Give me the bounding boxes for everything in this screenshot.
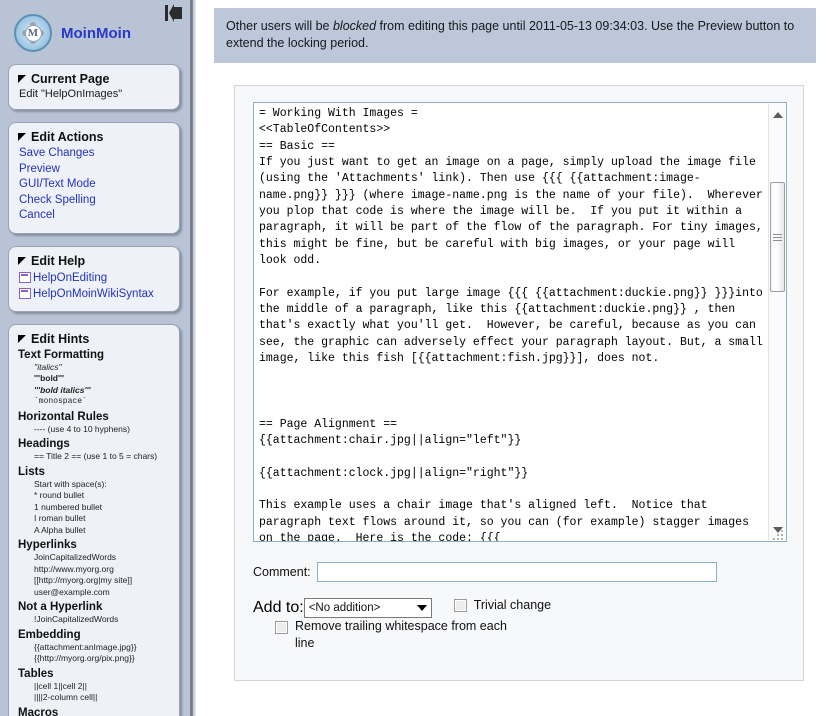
panel-edit-help: Edit Help HelpOnEditing HelpOnMoinWikiSy…	[8, 246, 180, 312]
hint-item: http://www.myorg.org	[34, 564, 170, 576]
collapse-triangle-icon[interactable]	[18, 133, 26, 141]
options-row: Add to: <No addition> Trivial change Rem…	[253, 598, 785, 652]
sidebar-item-cancel[interactable]: Cancel	[18, 208, 170, 224]
main-content: Other users will be blocked from editing…	[196, 0, 829, 716]
hint-heading: Macros	[18, 706, 170, 716]
hint-item: ||cell 1||cell 2||	[34, 681, 170, 693]
hint-item: [[http://myorg.org|my site]]	[34, 575, 170, 587]
panel-edit-actions-title: Edit Actions	[18, 130, 170, 144]
hint-heading: Embedding	[18, 628, 170, 642]
hint-item: `monospace`	[34, 396, 170, 408]
sidebar-item-check-spelling[interactable]: Check Spelling	[18, 193, 170, 209]
hint-item: A Alpha bullet	[34, 525, 170, 537]
edit-hints-list: Text Formatting''italics'''''bold''''''b…	[18, 348, 170, 716]
sidebar-item-help-on-moinwiki-syntax[interactable]: HelpOnMoinWikiSyntax	[18, 286, 170, 302]
panel-title-text: Edit Hints	[31, 332, 89, 346]
brand-logo[interactable]: M MoinMoin	[0, 0, 190, 52]
resize-grip-icon[interactable]	[773, 528, 786, 541]
hint-item: '''bold italics'''	[34, 385, 170, 397]
hint-item: * round bullet	[34, 490, 170, 502]
hint-heading: Headings	[18, 437, 170, 451]
edit-form: Comment: Add to: <No addition> Trivial c…	[234, 85, 804, 681]
hint-heading: Not a Hyperlink	[18, 600, 170, 614]
hint-item: user@example.com	[34, 587, 170, 599]
panel-title-text: Edit Help	[31, 254, 85, 268]
sidebar-item-help-on-editing[interactable]: HelpOnEditing	[18, 270, 170, 286]
panel-current-page: Current Page Edit "HelpOnImages"	[8, 64, 180, 110]
editor-area	[253, 102, 787, 542]
remove-trailing-whitespace-checkbox[interactable]	[275, 621, 288, 634]
hint-heading: Text Formatting	[18, 348, 170, 362]
hint-item: == Title 2 == (use 1 to 5 = chars)	[34, 451, 170, 463]
scrollbar-thumb[interactable]	[770, 182, 785, 292]
hint-heading: Hyperlinks	[18, 538, 170, 552]
current-page-subtitle: Edit "HelpOnImages"	[18, 88, 170, 100]
add-to-select[interactable]: <No addition>	[304, 598, 432, 618]
editor-scrollbar[interactable]	[768, 104, 785, 540]
hint-item: ''italics''	[34, 362, 170, 374]
remove-trailing-whitespace-label: Remove trailing whitespace from each lin…	[295, 618, 510, 652]
hint-heading: Horizontal Rules	[18, 410, 170, 424]
panel-edit-actions: Edit Actions Save Changes Preview GUI/Te…	[8, 122, 180, 234]
panel-edit-help-title: Edit Help	[18, 254, 170, 268]
scroll-up-arrow-icon[interactable]	[769, 106, 786, 123]
page-icon	[19, 272, 31, 283]
moinmoin-logo-icon: M	[14, 14, 52, 52]
brand-name: MoinMoin	[61, 25, 131, 42]
comment-input[interactable]	[317, 562, 717, 582]
sidebar-item-preview[interactable]: Preview	[18, 162, 170, 178]
panel-edit-hints-title: Edit Hints	[18, 332, 170, 346]
lock-notice-banner: Other users will be blocked from editing…	[214, 8, 816, 63]
panel-title-text: Current Page	[31, 72, 110, 86]
panel-edit-hints: Edit Hints Text Formatting''italics'''''…	[8, 324, 180, 716]
hint-item: 1 numbered bullet	[34, 502, 170, 514]
hint-item: Start with space(s):	[34, 479, 170, 491]
hint-heading: Tables	[18, 667, 170, 681]
chevron-down-icon	[417, 605, 427, 611]
trivial-change-group: Trivial change	[454, 598, 551, 612]
logo-letter: M	[25, 25, 42, 42]
sidebar-item-gui-text-mode[interactable]: GUI/Text Mode	[18, 177, 170, 193]
add-to-label: Add to:	[253, 598, 304, 618]
hint-item: '''bold'''	[34, 373, 170, 385]
wiki-text-editor[interactable]	[253, 102, 787, 542]
hint-item: {{http://myorg.org/pix.png}}	[34, 653, 170, 665]
collapse-sidebar-icon[interactable]	[164, 4, 184, 22]
trivial-change-label: Trivial change	[474, 598, 551, 612]
remove-trailing-whitespace-group: Remove trailing whitespace from each lin…	[275, 618, 510, 652]
hint-item: !JoinCapitalizedWords	[34, 614, 170, 626]
hint-heading: Lists	[18, 465, 170, 479]
hint-item: I roman bullet	[34, 513, 170, 525]
collapse-triangle-icon[interactable]	[18, 75, 26, 83]
sidebar: M MoinMoin Current Page Edit "HelpOnImag…	[0, 0, 190, 716]
page-root: M MoinMoin Current Page Edit "HelpOnImag…	[0, 0, 829, 716]
collapse-triangle-icon[interactable]	[18, 257, 26, 265]
panel-current-page-title: Current Page	[18, 72, 170, 86]
comment-label: Comment:	[253, 565, 311, 579]
help-link-label: HelpOnEditing	[33, 270, 107, 286]
hint-item: ---- (use 4 to 10 hyphens)	[34, 424, 170, 436]
hint-item: {{attachment:anImage.jpg}}	[34, 642, 170, 654]
hint-item: ||||2-column cell||	[34, 692, 170, 704]
sidebar-item-save-changes[interactable]: Save Changes	[18, 146, 170, 162]
comment-row: Comment:	[253, 562, 785, 582]
notice-text-before: Other users will be	[226, 19, 333, 33]
add-to-selected-value: <No addition>	[309, 602, 381, 614]
notice-emphasis: blocked	[333, 19, 376, 33]
panel-title-text: Edit Actions	[31, 130, 103, 144]
trivial-change-checkbox[interactable]	[454, 599, 467, 612]
help-link-label: HelpOnMoinWikiSyntax	[33, 286, 154, 302]
collapse-triangle-icon[interactable]	[18, 335, 26, 343]
page-icon	[19, 288, 31, 299]
hint-item: JoinCapitalizedWords	[34, 552, 170, 564]
